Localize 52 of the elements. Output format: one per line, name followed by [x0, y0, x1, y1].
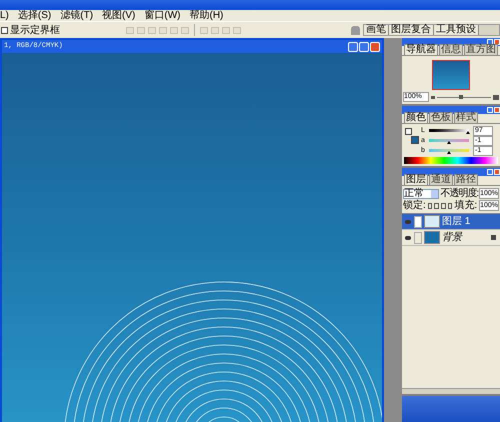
close-button[interactable] [494, 39, 500, 45]
minimize-button[interactable] [487, 39, 493, 45]
color-slider-track[interactable] [429, 139, 469, 142]
color-slider-track[interactable] [429, 149, 469, 152]
panel-tab[interactable]: 导航器 [404, 44, 438, 55]
menu-item[interactable]: 滤镜(T) [60, 10, 94, 21]
menu-item[interactable]: L) [0, 10, 9, 21]
layer-row[interactable]: 背景 [402, 230, 500, 246]
fill-label: 填充: [454, 200, 478, 210]
layer-name[interactable]: 背景 [442, 232, 462, 242]
zoom-slider-thumb[interactable] [459, 94, 464, 98]
zoom-out-icon[interactable] [431, 96, 435, 98]
palette-tab[interactable]: 画笔 [364, 25, 389, 35]
panel-tab[interactable]: 色板 [429, 112, 453, 123]
palette-tab[interactable]: 图层复合 [389, 25, 434, 35]
layer-row[interactable]: 图层 1 [402, 214, 500, 230]
panel-tab[interactable]: 颜色 [404, 112, 428, 123]
panel-tab[interactable]: 路径 [454, 174, 478, 185]
background-color-swatch[interactable] [411, 136, 419, 144]
eye-icon[interactable] [405, 236, 411, 240]
panel-tab[interactable]: 信息 [439, 44, 463, 55]
color-spectrum-bar[interactable] [404, 157, 498, 164]
close-button[interactable] [370, 42, 380, 52]
foreground-color-swatch[interactable] [405, 128, 412, 135]
blend-mode-dropdown[interactable]: 正常 [403, 188, 440, 198]
panel-tab[interactable]: 图层 [404, 174, 428, 185]
minimize-button[interactable] [487, 107, 493, 113]
slider-thumb[interactable] [447, 141, 451, 144]
panel-tab[interactable]: 样式 [454, 112, 478, 123]
layer-name[interactable]: 图层 1 [442, 216, 470, 226]
maximize-button[interactable] [359, 42, 369, 52]
menu-item[interactable]: 选择(S) [18, 10, 52, 21]
opacity-label: 不透明度: [440, 188, 478, 198]
checkbox[interactable] [1, 26, 8, 34]
minimize-button[interactable] [348, 42, 358, 52]
navigator-thumbnail [432, 60, 470, 90]
color-slider-track[interactable] [429, 129, 469, 132]
minimize-button[interactable] [487, 169, 493, 175]
menu-item[interactable]: 帮助(H) [189, 10, 224, 21]
lock-transparency-icon[interactable] [428, 202, 432, 208]
panel-tab[interactable]: 直方图 [464, 44, 498, 55]
lock-label: 锁定: [403, 200, 426, 210]
checkbox-label: 显示定界框 [10, 24, 60, 36]
menu-item[interactable]: 视图(V) [102, 10, 136, 21]
slider-thumb[interactable] [466, 131, 470, 134]
slider-thumb[interactable] [447, 151, 451, 154]
close-button[interactable] [494, 107, 500, 113]
layer-thumbnail [424, 231, 440, 244]
palette-tab[interactable]: 工具预设 [434, 25, 479, 35]
panel-tab[interactable]: 通道 [429, 174, 453, 185]
close-button[interactable] [494, 169, 500, 175]
zoom-in-icon[interactable] [493, 94, 499, 100]
